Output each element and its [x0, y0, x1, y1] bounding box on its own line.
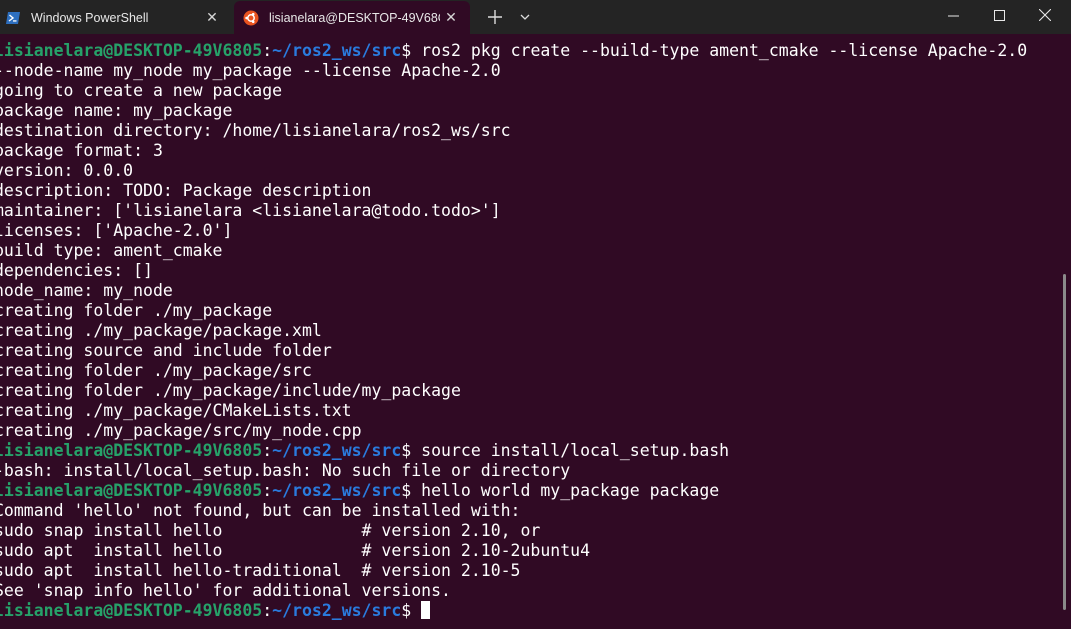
close-tab-icon[interactable]: ✕ [440, 7, 462, 29]
output-line: creating ./my_package/package.xml [0, 321, 322, 340]
minimize-icon [947, 15, 959, 16]
prompt-user-host: lisianelara@DESKTOP-49V6805 [0, 41, 263, 60]
output-line: -bash: install/local_setup.bash: No such… [0, 461, 571, 480]
maximize-button[interactable] [976, 0, 1022, 30]
prompt-separator: : [262, 601, 273, 620]
prompt-symbol: $ [401, 601, 422, 620]
output-line: destination directory: /home/lisianelara… [0, 121, 511, 140]
output-line: version: 0.0.0 [0, 161, 134, 180]
prompt-separator: : [262, 481, 273, 500]
close-window-button[interactable] [1022, 0, 1068, 30]
prompt-symbol: $ [401, 441, 422, 460]
output-line: sudo apt install hello # version 2.10-2u… [0, 541, 591, 560]
prompt-separator: : [262, 41, 273, 60]
prompt-line: lisianelara@DESKTOP-49V6805:~/ros2_ws/sr… [0, 441, 729, 461]
output-line: Command 'hello' not found, but can be in… [0, 501, 521, 520]
output-line: dependencies: [] [0, 261, 153, 280]
powershell-icon [5, 10, 21, 26]
ubuntu-icon [243, 10, 259, 26]
output-line: creating ./my_package/CMakeLists.txt [0, 401, 352, 420]
command-text: source install/local_setup.bash [421, 441, 730, 460]
output-line: sudo apt install hello-traditional # ver… [0, 561, 521, 580]
output-line: maintainer: ['lisianelara <lisianelara@t… [0, 201, 501, 220]
prompt-separator: : [262, 441, 273, 460]
output-line: build type: ament_cmake [0, 241, 223, 260]
tab-title: lisianelara@DESKTOP-49V68O [269, 10, 440, 25]
title-bar: Windows PowerShell ✕ lisianelara@DESKTOP… [0, 0, 1071, 34]
prompt-path: ~/ros2_ws/src [272, 481, 402, 500]
prompt-path: ~/ros2_ws/src [272, 41, 402, 60]
output-line: --node-name my_node my_package --license… [0, 61, 501, 80]
terminal-output[interactable]: lisianelara@DESKTOP-49V6805:~/ros2_ws/sr… [0, 40, 1064, 629]
prompt-symbol: $ [401, 41, 422, 60]
chevron-down-icon [520, 14, 530, 20]
prompt-line: lisianelara@DESKTOP-49V6805:~/ros2_ws/sr… [0, 481, 719, 501]
output-line: licenses: ['Apache-2.0'] [0, 221, 233, 240]
output-line: going to create a new package [0, 81, 283, 100]
output-line: creating source and include folder [0, 341, 332, 360]
output-line: node_name: my_node [0, 281, 173, 300]
tab-dropdown-button[interactable] [513, 5, 537, 29]
prompt-path: ~/ros2_ws/src [272, 601, 402, 620]
prompt-user-host: lisianelara@DESKTOP-49V6805 [0, 601, 263, 620]
tab-ubuntu[interactable]: lisianelara@DESKTOP-49V68O ✕ [234, 1, 470, 34]
output-line: creating folder ./my_package/include/my_… [0, 381, 461, 400]
close-icon [1039, 9, 1051, 21]
new-tab-button[interactable] [482, 5, 508, 29]
prompt-symbol: $ [401, 481, 422, 500]
text-cursor [421, 601, 431, 619]
minimize-button[interactable] [930, 0, 976, 30]
prompt-user-host: lisianelara@DESKTOP-49V6805 [0, 481, 263, 500]
prompt-path: ~/ros2_ws/src [272, 441, 402, 460]
prompt-line: lisianelara@DESKTOP-49V6805:~/ros2_ws/sr… [0, 41, 1027, 61]
output-line: package name: my_package [0, 101, 233, 120]
output-line: description: TODO: Package description [0, 181, 372, 200]
output-line: See 'snap info hello' for additional ver… [0, 581, 451, 600]
prompt-user-host: lisianelara@DESKTOP-49V6805 [0, 441, 263, 460]
tab-title: Windows PowerShell [31, 10, 149, 25]
tab-windows-powershell[interactable]: Windows PowerShell ✕ [0, 1, 231, 34]
prompt-line: lisianelara@DESKTOP-49V6805:~/ros2_ws/sr… [0, 601, 431, 621]
output-line: creating folder ./my_package/src [0, 361, 312, 380]
output-line: sudo snap install hello # version 2.10, … [0, 521, 541, 540]
plus-icon [488, 10, 502, 24]
output-line: creating ./my_package/src/my_node.cpp [0, 421, 362, 440]
output-line: package format: 3 [0, 141, 163, 160]
maximize-icon [993, 9, 1005, 21]
close-tab-icon[interactable]: ✕ [201, 7, 223, 29]
scrollbar[interactable] [1063, 274, 1066, 610]
command-text: ros2 pkg create --build-type ament_cmake… [421, 41, 1028, 60]
command-text: hello world my_package package [421, 481, 720, 500]
output-line: creating folder ./my_package [0, 301, 273, 320]
